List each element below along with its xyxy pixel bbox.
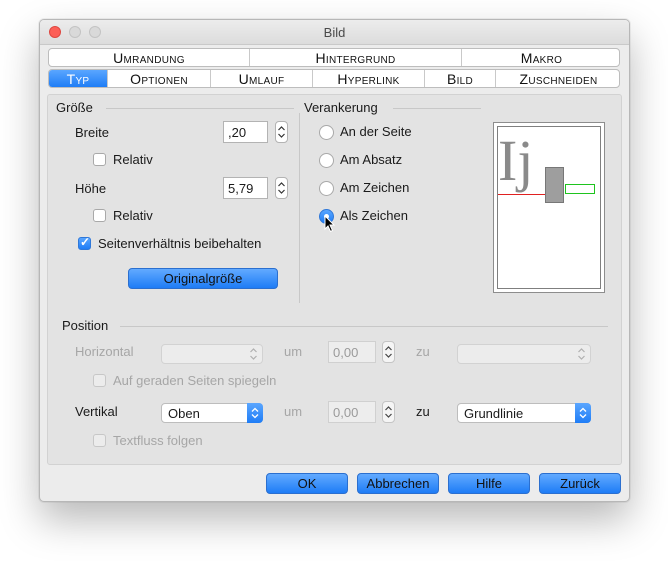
window-title: Bild: [323, 25, 346, 40]
height-stepper[interactable]: [275, 177, 288, 199]
chevron-updown-icon: [251, 407, 259, 419]
anchor-character-radio[interactable]: [319, 181, 334, 196]
tab-hyperlink[interactable]: Hyperlink: [312, 70, 424, 87]
vertical-label: Vertikal: [75, 404, 118, 419]
stepper-arrows-icon: [385, 346, 392, 358]
preview-baseline: [498, 194, 548, 195]
vertical-select[interactable]: Oben: [161, 403, 263, 423]
preview-glyphs: Ij: [498, 128, 534, 193]
horizontal-select[interactable]: [161, 344, 263, 364]
original-size-button[interactable]: Originalgröße: [128, 268, 278, 289]
horizontal-zu-label: zu: [416, 344, 430, 359]
help-button[interactable]: Hilfe: [448, 473, 530, 494]
vertical-divider: [299, 113, 300, 303]
follow-text-label: Textfluss folgen: [113, 433, 203, 448]
anchor-preview: Ij: [493, 122, 605, 293]
title-bar: Bild: [40, 20, 629, 45]
vertical-offset-field[interactable]: 0,00 cm: [328, 401, 376, 423]
chevron-updown-icon: [250, 348, 257, 360]
anchor-page-radio[interactable]: [319, 125, 334, 140]
keep-ratio-checkbox[interactable]: [78, 235, 91, 250]
width-stepper[interactable]: [275, 121, 288, 143]
vertical-to-select-value: Grundlinie: [464, 406, 524, 421]
anchor-paragraph-radio[interactable]: [319, 153, 334, 168]
height-relative-checkbox[interactable]: [93, 209, 106, 222]
position-section-title: Position: [62, 318, 109, 333]
preview-page: Ij: [497, 126, 601, 289]
horizontal-offset-stepper[interactable]: [382, 341, 395, 363]
horizontal-label: Horizontal: [75, 344, 134, 359]
tab-umrandung[interactable]: Umrandung: [49, 49, 249, 66]
horizontal-to-select[interactable]: [457, 344, 591, 364]
anchor-section-title: Verankerung: [304, 100, 378, 115]
tab-panel-typ: Größe Breite ,20 cm Relativ Höhe 5,79 cı…: [47, 94, 622, 465]
tab-row-back: Umrandung Hintergrund Makro: [48, 48, 620, 67]
anchor-character-label: Am Zeichen: [340, 180, 410, 195]
vertical-zu-label: zu: [416, 404, 430, 419]
follow-text-checkbox[interactable]: [93, 434, 106, 447]
chevron-updown-icon: [578, 348, 585, 360]
tab-umlauf[interactable]: Umlauf: [210, 70, 312, 87]
vertical-offset-stepper[interactable]: [382, 401, 395, 423]
width-relative-label: Relativ: [113, 152, 153, 167]
reset-button[interactable]: Zurück: [539, 473, 621, 494]
width-relative-checkbox[interactable]: [93, 153, 106, 166]
horizontal-offset-field[interactable]: 0,00 cm: [328, 341, 376, 363]
tab-typ[interactable]: Typ: [49, 70, 107, 87]
mirror-label: Auf geraden Seiten spiegeln: [113, 373, 277, 388]
tab-hintergrund[interactable]: Hintergrund: [249, 49, 461, 66]
keep-ratio-label: Seitenverhältnis beibehalten: [98, 236, 262, 251]
tab-bild[interactable]: Bild: [424, 70, 495, 87]
position-separator: [120, 326, 608, 327]
anchor-as-character-label: Als Zeichen: [340, 208, 408, 223]
width-field[interactable]: ,20 cm: [223, 121, 268, 143]
vertical-to-select[interactable]: Grundlinie: [457, 403, 591, 423]
tab-optionen[interactable]: Optionen: [107, 70, 210, 87]
mirror-checkbox[interactable]: [93, 374, 106, 387]
stepper-arrows-icon: [385, 406, 392, 418]
height-label: Höhe: [75, 181, 107, 196]
anchor-separator: [393, 108, 481, 109]
tab-makro[interactable]: Makro: [461, 49, 619, 66]
image-dialog: Bild Umrandung Hintergrund Makro Typ Opt…: [39, 19, 630, 502]
vertical-select-arrow: [247, 403, 263, 423]
preview-anchor-box: [565, 184, 595, 194]
stepper-arrows-icon: [278, 182, 285, 194]
stepper-arrows-icon: [278, 126, 285, 138]
height-field[interactable]: 5,79 cı: [223, 177, 268, 199]
anchor-paragraph-label: Am Absatz: [340, 152, 403, 167]
vertical-um-label: um: [284, 404, 303, 419]
size-section-title: Größe: [56, 100, 93, 115]
size-separator: [106, 108, 294, 109]
height-relative-label: Relativ: [113, 208, 153, 223]
vertical-select-value: Oben: [168, 406, 200, 421]
chevron-updown-icon: [579, 407, 587, 419]
horizontal-um-label: um: [284, 344, 303, 359]
preview-image-box: [545, 167, 564, 203]
width-label: Breite: [75, 125, 109, 140]
tab-row-front: Typ Optionen Umlauf Hyperlink Bild Zusch…: [48, 69, 620, 88]
anchor-page-label: An der Seite: [340, 124, 412, 139]
cancel-button[interactable]: Abbrechen: [357, 473, 439, 494]
vertical-to-select-arrow: [575, 403, 591, 423]
tab-zuschneiden[interactable]: Zuschneiden: [495, 70, 619, 87]
ok-button[interactable]: OK: [266, 473, 348, 494]
mouse-pointer-icon: [324, 215, 336, 233]
